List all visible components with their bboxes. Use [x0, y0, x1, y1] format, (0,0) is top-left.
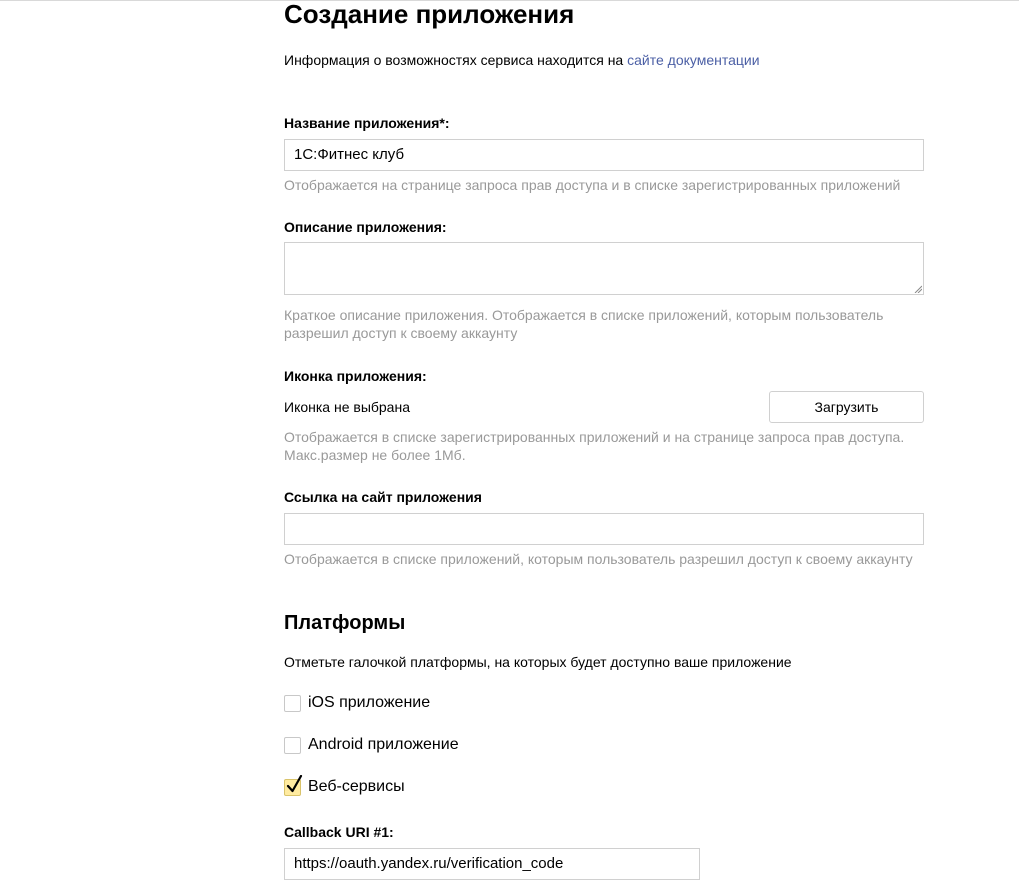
web-services-checkbox[interactable]: [284, 774, 303, 796]
name-field-label: Название приложения*:: [284, 114, 450, 132]
name-label-text: Название приложения: [284, 115, 440, 131]
name-label-suffix: :: [444, 115, 450, 131]
icon-status-text: Иконка не выбрана: [284, 399, 410, 415]
site-link-field-label: Ссылка на сайт приложения: [284, 489, 482, 505]
site-link-hint: Отображается в списке приложений, которы…: [284, 551, 913, 567]
platform-option-android[interactable]: Android приложение: [284, 734, 459, 756]
ios-checkbox[interactable]: [284, 694, 301, 712]
docs-link[interactable]: сайте документации: [627, 52, 759, 68]
app-icon-hint: Отображается в списке зарегистрированных…: [284, 429, 905, 463]
android-checkbox-label: Android приложение: [308, 736, 459, 753]
checkmark-icon: [286, 774, 303, 792]
platforms-description: Отметьте галочкой платформы, на которых …: [284, 654, 792, 670]
app-description-hint: Краткое описание приложения. Отображаетс…: [284, 307, 884, 341]
page-title: Создание приложения: [284, 0, 575, 29]
resize-grip-icon[interactable]: [914, 285, 922, 293]
description-field-label: Описание приложения:: [284, 219, 447, 235]
app-description-textarea[interactable]: [284, 242, 924, 295]
app-name-hint: Отображается на странице запроса прав до…: [284, 177, 901, 193]
ios-checkbox-label: iOS приложение: [308, 694, 431, 711]
platform-option-web[interactable]: Веб-сервисы: [284, 774, 405, 798]
intro-text-label: Информация о возможностях сервиса находи…: [284, 52, 628, 68]
callback-uri-label: Callback URI #1:: [284, 824, 394, 840]
app-name-input[interactable]: 1С:Фитнес клуб: [284, 139, 924, 171]
web-services-checkbox-label: Веб-сервисы: [308, 778, 405, 795]
site-link-input[interactable]: [284, 513, 924, 545]
platforms-title: Платформы: [284, 612, 406, 634]
upload-icon-button[interactable]: Загрузить: [769, 391, 924, 423]
android-checkbox[interactable]: [284, 736, 301, 754]
platform-option-ios[interactable]: iOS приложение: [284, 692, 430, 714]
icon-field-label: Иконка приложения:: [284, 368, 427, 384]
intro-text: Информация о возможностях сервиса находи…: [284, 51, 760, 69]
callback-uri-input[interactable]: https://oauth.yandex.ru/verification_cod…: [284, 848, 700, 880]
